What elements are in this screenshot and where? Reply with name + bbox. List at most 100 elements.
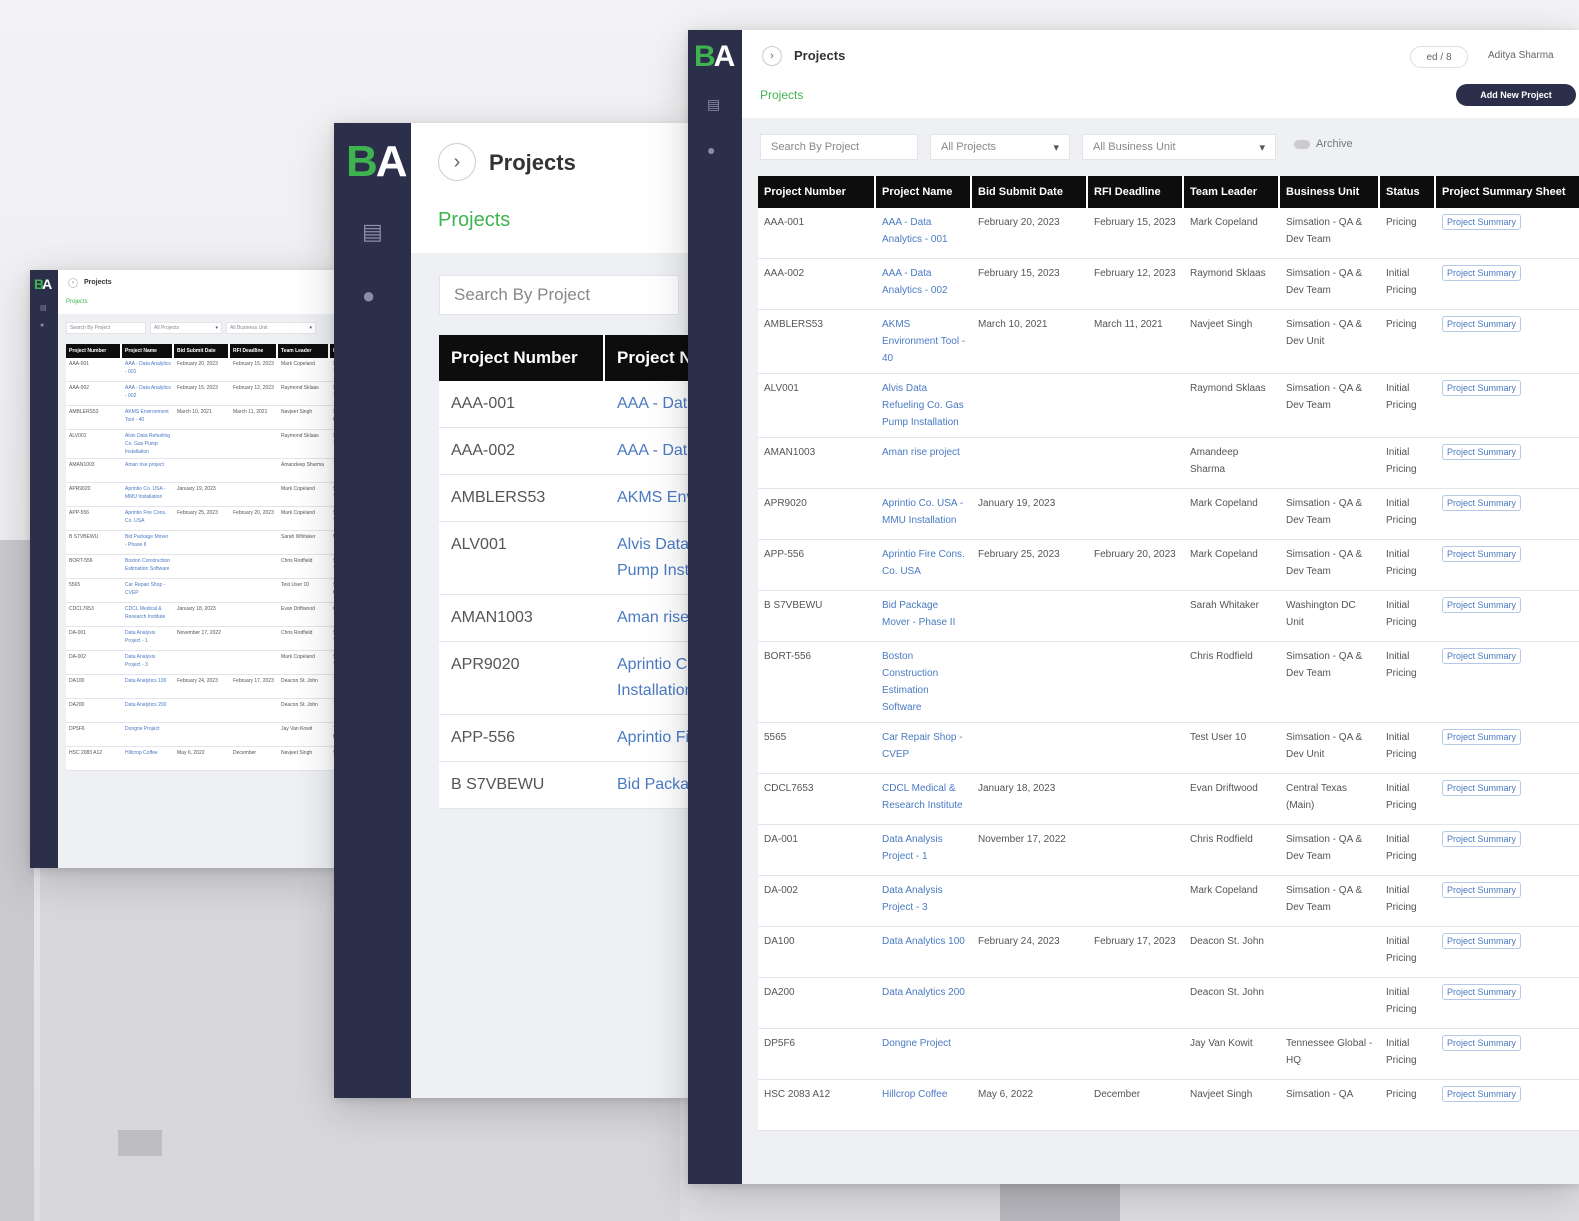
table-row[interactable]: AAA-002 AAA - Data Analytics - 002 Februar… [66, 382, 340, 406]
user-icon[interactable]: ● [40, 322, 44, 329]
project-summary-link[interactable]: Project Summary [1442, 444, 1522, 460]
column-header[interactable]: Project Name [122, 344, 174, 358]
document-icon[interactable]: ▤ [40, 304, 47, 312]
project-name-link[interactable]: Alvis Data Refueling Co. Gas Pump Instal… [876, 374, 972, 438]
project-name-link[interactable]: Bid Package Mover - Phase II [605, 762, 694, 809]
project-summary-link[interactable]: Project Summary [1442, 780, 1522, 796]
project-summary-link[interactable]: Project Summary [1442, 933, 1522, 949]
project-name-link[interactable]: AAA - Data Analytics - 001 [122, 358, 174, 382]
table-row[interactable]: DA-001 Data Analysis Project - 1 November … [758, 825, 1579, 876]
project-name-link[interactable]: Boston Construction Estimation Software [122, 555, 174, 579]
project-name-link[interactable]: AAA - Data Analytics - 001 [876, 208, 972, 259]
project-name-link[interactable]: AKMS Environment Tool - 40 [876, 310, 972, 374]
add-new-project-button[interactable]: Add New Project [1456, 84, 1576, 106]
table-row[interactable]: AAA-001AAA - Data Analytics - 001 [439, 381, 694, 428]
project-summary-link[interactable]: Project Summary [1442, 984, 1522, 1000]
column-header[interactable]: Project Number [439, 335, 605, 381]
table-row[interactable]: AMAN1003 Aman rise project Amandeep Sharma… [66, 459, 340, 483]
project-name-link[interactable]: Aprintio Fire Cons. Co. USA [122, 507, 174, 531]
project-name-link[interactable]: AKMS Environment Tool - 40 [605, 475, 694, 522]
column-header[interactable]: Project Summary Sheet [1436, 176, 1579, 208]
project-summary-link[interactable]: Project Summary [1442, 1086, 1522, 1102]
table-row[interactable]: APP-556Aprintio Fire Cons. Co. USA [439, 715, 694, 762]
archive-toggle[interactable]: Archive [1294, 138, 1353, 150]
project-summary-link[interactable]: Project Summary [1442, 316, 1522, 332]
project-name-link[interactable]: Aprintio Co. USA - MMU Installation [122, 483, 174, 507]
document-icon[interactable]: ▤ [707, 96, 720, 113]
table-row[interactable]: AAA-001 AAA - Data Analytics - 001 Februar… [66, 358, 340, 382]
project-name-link[interactable]: Bid Package Mover - Phase II [876, 591, 972, 642]
column-header[interactable]: Bid Submit Date [972, 176, 1088, 208]
table-row[interactable]: AAA-001 AAA - Data Analytics - 001 Februar… [758, 208, 1579, 259]
user-name[interactable]: Aditya Sharma [1488, 50, 1554, 61]
project-summary-link[interactable]: Project Summary [1442, 831, 1522, 847]
project-summary-link[interactable]: Project Summary [1442, 380, 1522, 396]
business-unit-filter-select[interactable]: All Business Unit ▾ [1082, 134, 1276, 160]
project-name-link[interactable]: Boston Construction Estimation Software [876, 642, 972, 723]
project-name-link[interactable]: Aprintio Fire Cons. Co. USA [876, 540, 972, 591]
project-summary-link[interactable]: Project Summary [1442, 214, 1522, 230]
table-row[interactable]: BORT-556 Boston Construction Estimation S… [66, 555, 340, 579]
column-header[interactable]: RFI Deadline [1088, 176, 1184, 208]
project-name-link[interactable]: Data Analysis Project - 1 [122, 627, 174, 651]
table-row[interactable]: DA-002 Data Analysis Project - 3 Mark Cope… [66, 651, 340, 675]
table-row[interactable]: ALV001Alvis Data Refueling Co. Gas Pump … [758, 374, 1579, 438]
column-header[interactable]: Status [1380, 176, 1436, 208]
project-name-link[interactable]: AAA - Data Analytics - 001 [605, 381, 694, 428]
project-name-link[interactable]: Aman rise project [605, 595, 694, 642]
table-row[interactable]: DA200Data Analytics 200Deacon St. JohnIn… [66, 699, 340, 723]
table-row[interactable]: AAA-002 AAA - Data Analytics - 002 Februar… [758, 259, 1579, 310]
table-row[interactable]: APP-556 Aprintio Fire Cons. Co. USA Februa… [758, 540, 1579, 591]
table-row[interactable]: CDCL7653 CDCL Medical & Research Institut… [758, 774, 1579, 825]
back-button[interactable]: › [762, 46, 782, 66]
project-name-link[interactable]: Aprintio Fire Cons. Co. USA [605, 715, 694, 762]
project-name-link[interactable]: AAA - Data Analytics - 002 [605, 428, 694, 475]
user-icon[interactable]: ● [362, 283, 375, 309]
table-row[interactable]: ALV001Alvis Data Refueling Co. Gas Pump … [439, 522, 694, 595]
back-button[interactable]: › [438, 143, 476, 181]
project-name-link[interactable]: Data Analysis Project - 3 [122, 651, 174, 675]
project-summary-link[interactable]: Project Summary [1442, 1035, 1522, 1051]
table-row[interactable]: AMBLERS53 AKMS Environment Tool - 40 March… [758, 310, 1579, 374]
table-row[interactable]: DA200Data Analytics 200Deacon St. JohnIn… [758, 978, 1579, 1029]
project-summary-link[interactable]: Project Summary [1442, 265, 1522, 281]
table-row[interactable]: ALV001Alvis Data Refueling Co. Gas Pump … [66, 430, 340, 459]
table-row[interactable]: APR9020Aprintio Co. USA - MMU Installati… [758, 489, 1579, 540]
back-button[interactable]: › [68, 278, 78, 288]
project-name-link[interactable]: Dongne Project [122, 723, 174, 747]
project-name-link[interactable]: Bid Package Mover - Phase II [122, 531, 174, 555]
document-icon[interactable]: ▤ [362, 219, 383, 245]
table-row[interactable]: HSC 2083 A12 Hillcrop Coffee May 6, 2022 De… [66, 747, 340, 771]
table-row[interactable]: HSC 2083 A12 Hillcrop Coffee May 6, 2022 De… [758, 1080, 1579, 1131]
project-name-link[interactable]: Alvis Data Refueling Co. Gas Pump Instal… [122, 430, 174, 459]
table-row[interactable]: APR9020Aprintio Co. USA - MMU Installati… [66, 483, 340, 507]
project-summary-link[interactable]: Project Summary [1442, 648, 1522, 664]
business-unit-filter-select[interactable]: All Business Unit ▾ [226, 322, 316, 334]
column-header[interactable]: Business Unit [1280, 176, 1380, 208]
projects-filter-select[interactable]: All Projects ▾ [930, 134, 1070, 160]
search-input[interactable]: Search By Project [760, 134, 918, 160]
column-header[interactable]: Project Number [66, 344, 122, 358]
project-name-link[interactable]: Data Analytics 200 [122, 699, 174, 723]
table-row[interactable]: AAA-002AAA - Data Analytics - 002 [439, 428, 694, 475]
project-name-link[interactable]: Data Analytics 200 [876, 978, 972, 1029]
table-row[interactable]: DA-002 Data Analysis Project - 3 Mark Cope… [758, 876, 1579, 927]
project-name-link[interactable]: Data Analytics 100 [876, 927, 972, 978]
project-name-link[interactable]: Aman rise project [876, 438, 972, 489]
table-row[interactable]: DA100 Data Analytics 100 February 24, 2023… [66, 675, 340, 699]
project-name-link[interactable]: Alvis Data Refueling Co. Gas Pump Instal… [605, 522, 694, 595]
search-input[interactable]: Search By Project [439, 275, 679, 315]
project-name-link[interactable]: Hillcrop Coffee [122, 747, 174, 771]
projects-filter-select[interactable]: All Projects ▾ [150, 322, 222, 334]
table-row[interactable]: B S7VBEWU Bid Package Mover - Phase II Sar… [758, 591, 1579, 642]
project-name-link[interactable]: Dongne Project [876, 1029, 972, 1080]
project-name-link[interactable]: AAA - Data Analytics - 002 [876, 259, 972, 310]
table-row[interactable]: AMBLERS53AKMS Environment Tool - 40 [439, 475, 694, 522]
project-name-link[interactable]: Car Repair Shop - CVEP [876, 723, 972, 774]
table-row[interactable]: DA100 Data Analytics 100 February 24, 2023… [758, 927, 1579, 978]
table-row[interactable]: 5565Car Repair Shop - CVEP Test User 10Si… [758, 723, 1579, 774]
table-row[interactable]: AMBLERS53 AKMS Environment Tool - 40 March… [66, 406, 340, 430]
project-summary-link[interactable]: Project Summary [1442, 597, 1522, 613]
table-row[interactable]: DA-001 Data Analysis Project - 1 November … [66, 627, 340, 651]
project-summary-link[interactable]: Project Summary [1442, 495, 1522, 511]
